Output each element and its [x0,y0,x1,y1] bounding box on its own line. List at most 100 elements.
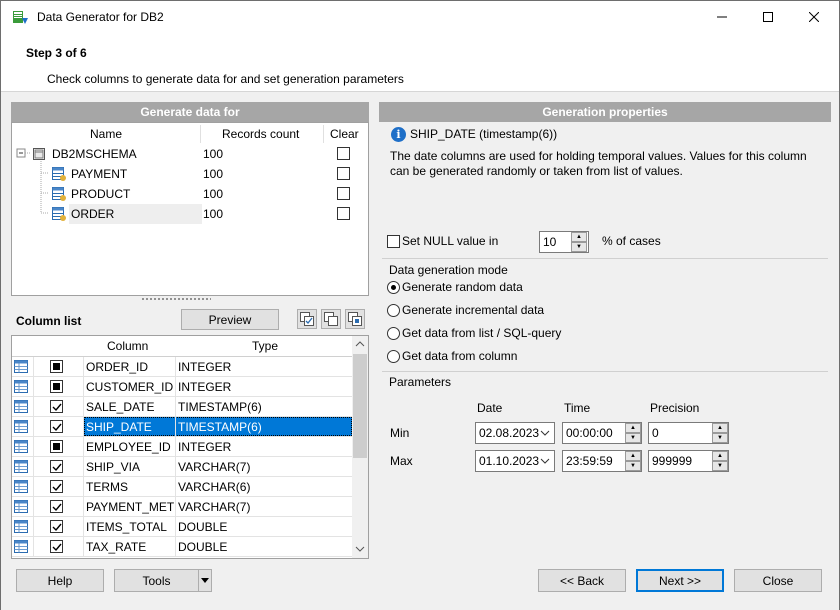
column-type: VARCHAR(7) [178,500,251,514]
spin-down-icon[interactable]: ▼ [625,433,641,443]
radio-from-list-label[interactable]: Get data from list / SQL-query [402,326,561,340]
radio-from-list[interactable] [387,327,400,340]
table-row[interactable]: PAYMENT_METHOD VARCHAR(7) [12,497,352,517]
spin-up-icon[interactable]: ▲ [625,423,641,433]
col-header-records[interactable]: Records count [222,127,299,141]
preview-button[interactable]: Preview [181,309,279,330]
spin-up-icon[interactable]: ▲ [712,423,728,433]
col-header-clear[interactable]: Clear [330,127,359,141]
table-row[interactable]: EMPLOYEE_ID INTEGER [12,437,352,457]
column-icon [14,520,28,533]
splitter-handle[interactable] [141,297,211,301]
spin-up-icon[interactable]: ▲ [571,232,587,242]
radio-random[interactable] [387,281,400,294]
tree-label: PRODUCT [71,187,131,201]
invert-check-button[interactable] [345,309,365,329]
properties-panel: i SHIP_DATE (timestamp(6)) The date colu… [379,122,831,559]
column-checkbox[interactable] [50,400,63,413]
col-header-type[interactable]: Type [252,336,278,357]
col-separator [200,125,201,143]
properties-panel-header: Generation properties [379,102,831,122]
clear-checkbox[interactable] [337,147,350,160]
spin-up-icon[interactable]: ▲ [712,451,728,461]
spin-down-icon[interactable]: ▼ [571,242,587,252]
minimize-icon [717,16,727,18]
null-percent-spinner[interactable]: ▲ ▼ [571,232,587,252]
tree-row-schema[interactable]: DB2MSCHEMA 100 [12,144,368,164]
uncheck-all-button[interactable] [321,309,341,329]
radio-from-column[interactable] [387,350,400,363]
min-time-spinner[interactable]: ▲ ▼ [625,423,641,443]
table-row[interactable]: TAX_RATE DOUBLE [12,537,352,557]
column-name: SALE_DATE [86,400,155,414]
radio-incremental-label[interactable]: Generate incremental data [402,303,544,317]
close-button[interactable]: Close [734,569,822,592]
dropdown-arrow-icon [201,577,209,583]
column-checkbox[interactable] [50,440,63,453]
col-header-column[interactable]: Column [107,336,148,357]
tree-row-table[interactable]: PRODUCT 100 [12,184,368,204]
table-row[interactable]: CUSTOMER_ID INTEGER [12,377,352,397]
column-checkbox[interactable] [50,360,63,373]
column-type: INTEGER [178,440,232,454]
tools-button[interactable]: Tools [114,569,199,592]
close-window-button[interactable] [791,1,837,33]
scroll-down-icon[interactable] [355,545,365,553]
scroll-up-icon[interactable] [355,340,365,348]
column-checkbox[interactable] [50,460,63,473]
column-name: TAX_RATE [86,540,147,554]
column-checkbox[interactable] [50,420,63,433]
min-date-picker[interactable]: 02.08.2023 [475,422,555,444]
spin-down-icon[interactable]: ▼ [712,433,728,443]
chevron-down-icon[interactable] [540,427,550,439]
max-date-picker[interactable]: 01.10.2023 [475,450,555,472]
max-time-spinner[interactable]: ▲ ▼ [625,451,641,471]
col-header-name[interactable]: Name [90,127,122,141]
spin-down-icon[interactable]: ▼ [625,461,641,471]
scroll-thumb[interactable] [353,354,367,458]
set-null-checkbox[interactable] [387,235,400,248]
radio-random-label[interactable]: Generate random data [402,280,523,294]
records-count[interactable]: 100 [203,167,223,181]
table-row[interactable]: SALE_DATE TIMESTAMP(6) [12,397,352,417]
column-icon [14,480,28,493]
help-button[interactable]: Help [16,569,104,592]
check-all-button[interactable] [297,309,317,329]
max-precision-spinner[interactable]: ▲ ▼ [712,451,728,471]
table-row[interactable]: ITEMS_TOTAL DOUBLE [12,517,352,537]
radio-incremental[interactable] [387,304,400,317]
spin-down-icon[interactable]: ▼ [712,461,728,471]
spin-up-icon[interactable]: ▲ [625,451,641,461]
clear-checkbox[interactable] [337,167,350,180]
records-count[interactable]: 100 [203,147,223,161]
table-row[interactable]: SHIP_VIA VARCHAR(7) [12,457,352,477]
clear-checkbox[interactable] [337,207,350,220]
records-count[interactable]: 100 [203,187,223,201]
column-checkbox[interactable] [50,520,63,533]
next-button[interactable]: Next >> [636,569,724,592]
table-row[interactable]: SHIP_DATE TIMESTAMP(6) [12,417,352,437]
table-row[interactable]: TERMS VARCHAR(6) [12,477,352,497]
vertical-scrollbar[interactable] [352,336,368,558]
column-checkbox[interactable] [50,380,63,393]
table-row[interactable]: ORDER_ID INTEGER [12,357,352,377]
tree-row-table-selected[interactable]: ORDER 100 [12,204,368,224]
col-separator [323,125,324,143]
chevron-down-icon[interactable] [540,455,550,467]
tools-dropdown-button[interactable] [198,569,212,592]
min-precision-spinner[interactable]: ▲ ▼ [712,423,728,443]
column-name: PAYMENT_METHOD [86,500,174,514]
back-button[interactable]: << Back [538,569,626,592]
radio-from-column-label[interactable]: Get data from column [402,349,517,363]
minimize-button[interactable] [699,1,745,33]
table-icon [52,187,66,201]
maximize-button[interactable] [745,1,791,33]
column-table: Column Type ORDER_ID INTEGER CUSTOMER_ID IN… [11,335,369,559]
records-count[interactable]: 100 [203,207,223,221]
close-icon [809,12,819,22]
tree-row-table[interactable]: PAYMENT 100 [12,164,368,184]
clear-checkbox[interactable] [337,187,350,200]
column-checkbox[interactable] [50,500,63,513]
column-checkbox[interactable] [50,540,63,553]
column-checkbox[interactable] [50,480,63,493]
